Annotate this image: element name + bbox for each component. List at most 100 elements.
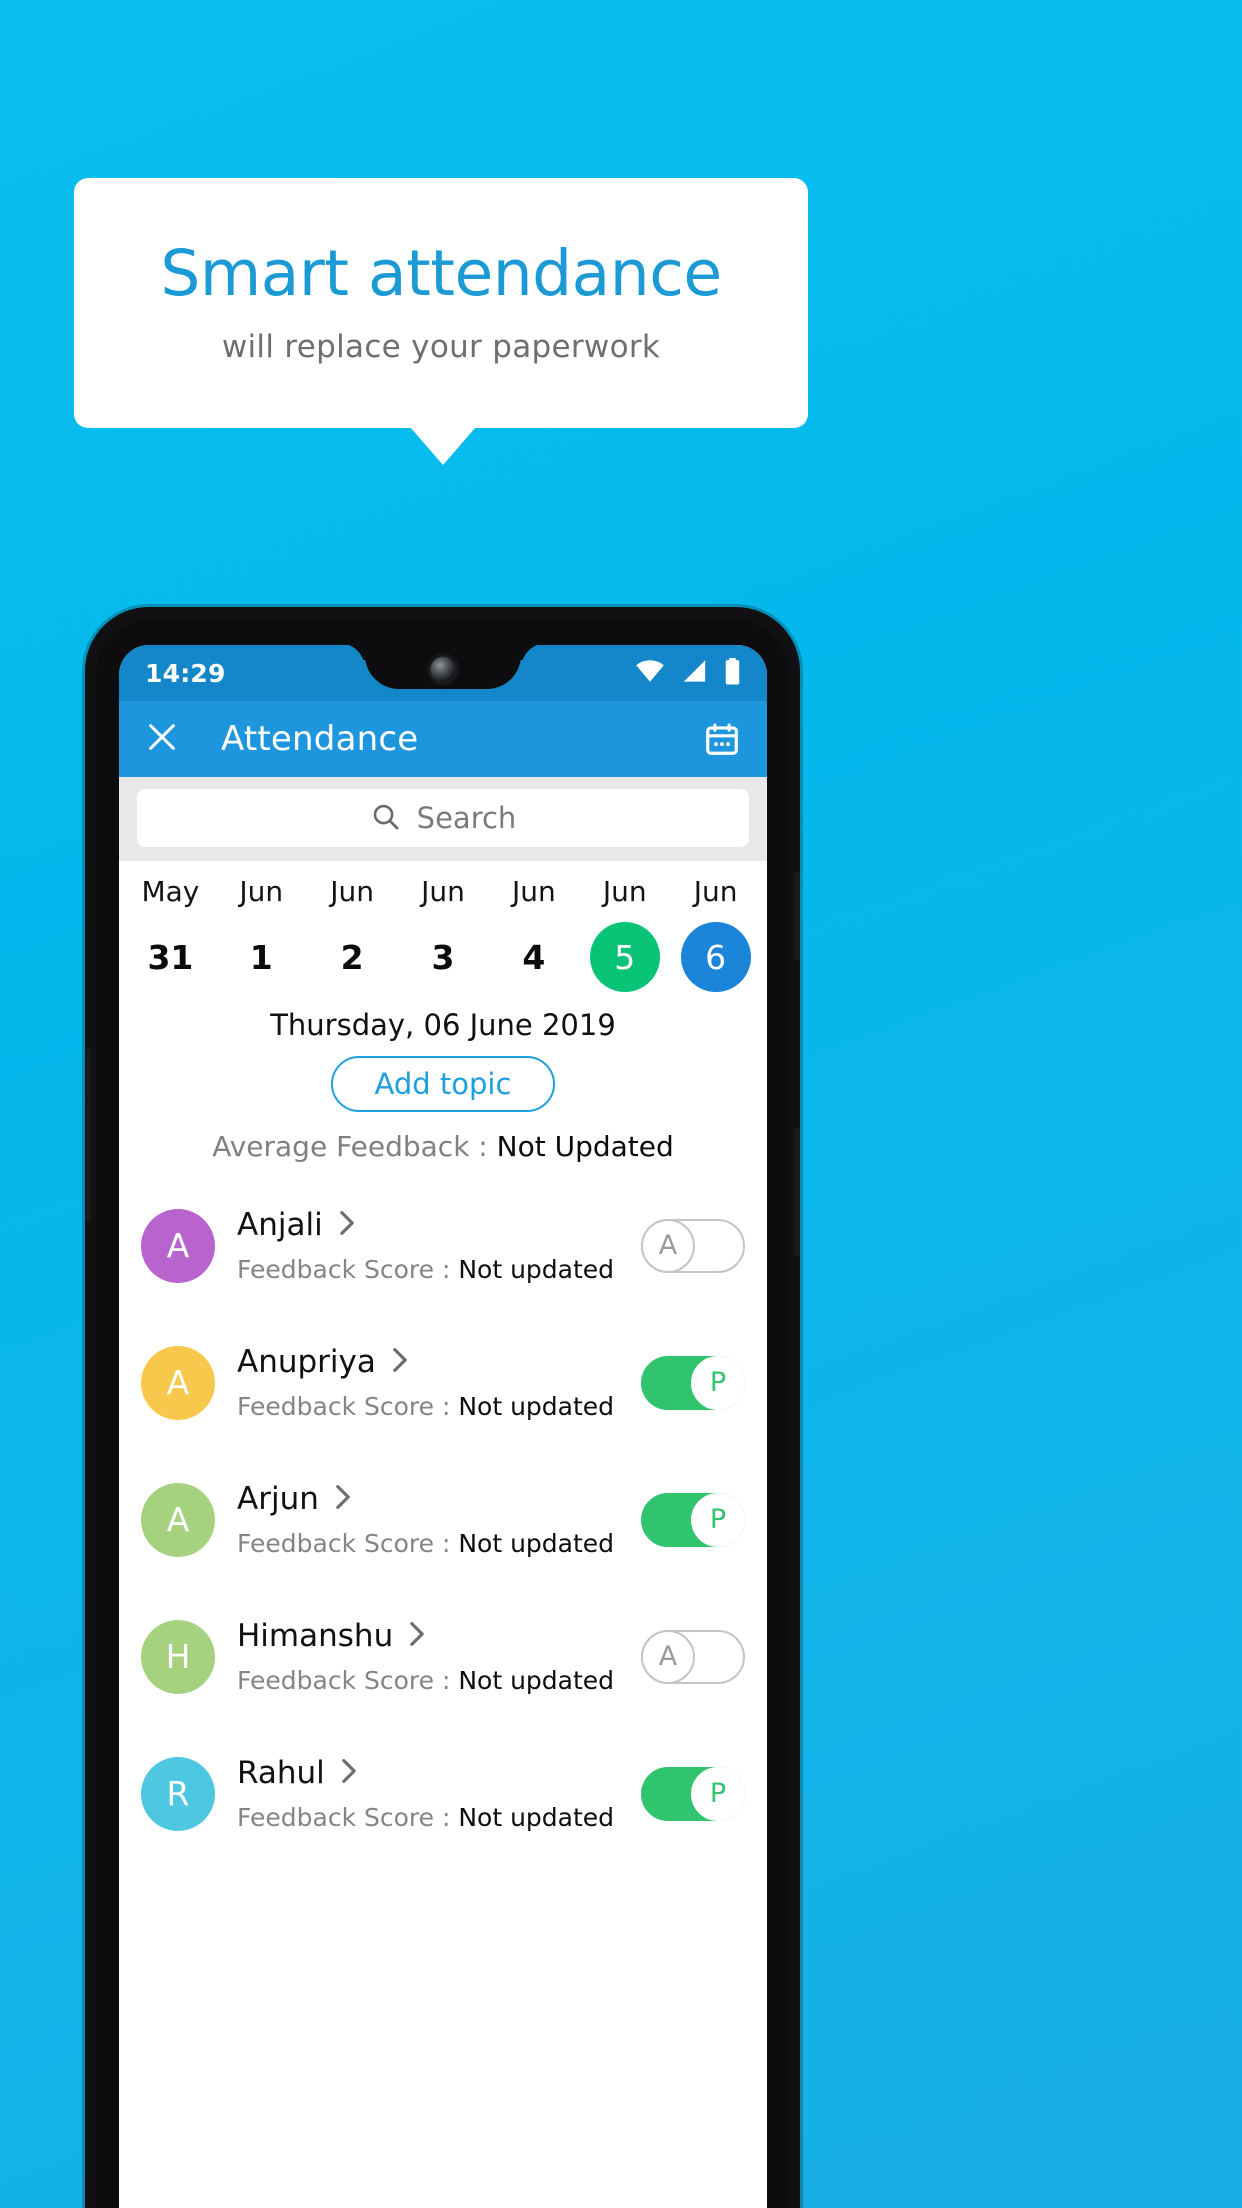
student-row[interactable]: A Anjali Feedback Score : Not updated A <box>119 1177 767 1314</box>
feedback-score: Feedback Score : Not updated <box>237 1255 641 1284</box>
student-name: Anjali <box>237 1207 323 1243</box>
feedback-score: Feedback Score : Not updated <box>237 1529 641 1558</box>
date-month-label: Jun <box>511 875 556 908</box>
attendance-toggle-knob: P <box>691 1355 745 1410</box>
date-month-label: Jun <box>421 875 465 908</box>
app-bar: Attendance <box>119 701 767 777</box>
feedback-score: Feedback Score : Not updated <box>237 1666 641 1695</box>
student-name-row: Anupriya <box>237 1344 641 1380</box>
date-cell[interactable]: Jun 4 <box>488 875 579 992</box>
attendance-toggle-knob: A <box>641 1629 695 1684</box>
feedback-score-label: Feedback Score : <box>237 1666 459 1695</box>
student-info: Arjun Feedback Score : Not updated <box>237 1481 641 1558</box>
date-month-label: Jun <box>693 875 738 908</box>
search-placeholder: Search <box>416 801 517 835</box>
page-title: Attendance <box>221 719 419 759</box>
search-icon <box>370 801 401 836</box>
avatar: A <box>141 1208 215 1283</box>
search-bar-container: Search <box>119 777 767 861</box>
calendar-icon[interactable] <box>703 720 741 758</box>
phone-screen: 14:29 Attendance Search May 31 Jun 1 Jun… <box>119 645 767 2208</box>
feedback-score-label: Feedback Score : <box>237 1392 459 1421</box>
date-cell[interactable]: May 31 <box>125 875 216 992</box>
promo-title: Smart attendance <box>160 236 722 310</box>
attendance-toggle[interactable]: P <box>641 1492 745 1547</box>
student-name-row: Anjali <box>237 1207 641 1243</box>
date-day-number[interactable]: 4 <box>499 922 569 992</box>
date-month-label: Jun <box>239 875 284 908</box>
attendance-toggle-knob: P <box>691 1766 745 1821</box>
date-cell[interactable]: Jun 2 <box>307 875 398 992</box>
student-name: Anupriya <box>237 1344 376 1380</box>
avatar: A <box>141 1482 215 1557</box>
date-cell[interactable]: Jun 5 <box>579 875 670 992</box>
attendance-toggle[interactable]: P <box>641 1355 745 1410</box>
avatar: H <box>141 1619 215 1694</box>
student-info: Anupriya Feedback Score : Not updated <box>237 1344 641 1421</box>
average-feedback-label: Average Feedback : <box>212 1130 497 1163</box>
average-feedback: Average Feedback : Not Updated <box>119 1130 767 1163</box>
student-name-row: Himanshu <box>237 1618 641 1654</box>
date-strip[interactable]: May 31 Jun 1 Jun 2 Jun 3 Jun 4 Jun 5 Jun 6 <box>119 861 767 1002</box>
student-row[interactable]: H Himanshu Feedback Score : Not updated A <box>119 1588 767 1725</box>
date-day-number[interactable]: 31 <box>135 922 205 992</box>
selected-day-label: Thursday, 06 June 2019 <box>270 1008 616 1042</box>
student-info: Rahul Feedback Score : Not updated <box>237 1755 641 1832</box>
battery-icon <box>724 657 741 689</box>
attendance-toggle[interactable]: A <box>641 1218 745 1273</box>
feedback-score-label: Feedback Score : <box>237 1529 459 1558</box>
add-topic-container: Add topic <box>119 1056 767 1112</box>
close-icon[interactable] <box>145 720 179 758</box>
attendance-toggle[interactable]: P <box>641 1766 745 1821</box>
student-info: Anjali Feedback Score : Not updated <box>237 1207 641 1284</box>
student-info: Himanshu Feedback Score : Not updated <box>237 1618 641 1695</box>
feedback-score: Feedback Score : Not updated <box>237 1803 641 1832</box>
student-name: Himanshu <box>237 1618 394 1654</box>
chevron-right-icon[interactable] <box>337 1210 357 1241</box>
promo-callout-card: Smart attendance will replace your paper… <box>74 178 808 428</box>
student-row[interactable]: A Anupriya Feedback Score : Not updated P <box>119 1314 767 1451</box>
date-month-label: Jun <box>330 875 375 908</box>
add-topic-button[interactable]: Add topic <box>330 1056 556 1112</box>
avatar: A <box>141 1345 215 1420</box>
promo-subtitle: will replace your paperwork <box>221 329 661 366</box>
date-cell[interactable]: Jun 1 <box>216 875 307 992</box>
student-name-row: Arjun <box>237 1481 641 1517</box>
date-day-number[interactable]: 3 <box>408 922 478 992</box>
avatar: R <box>141 1756 215 1831</box>
status-bar: 14:29 <box>119 645 767 701</box>
chevron-right-icon[interactable] <box>407 1621 427 1652</box>
date-cell[interactable]: Jun 3 <box>398 875 489 992</box>
student-list: A Anjali Feedback Score : Not updated A A Anu… <box>119 1177 767 1862</box>
date-day-number[interactable]: 5 <box>589 922 660 992</box>
student-row[interactable]: A Arjun Feedback Score : Not updated P <box>119 1451 767 1588</box>
search-input[interactable]: Search <box>137 789 749 847</box>
student-row[interactable]: R Rahul Feedback Score : Not updated P <box>119 1725 767 1862</box>
feedback-score-value: Not updated <box>458 1803 615 1832</box>
cellular-signal-icon <box>681 659 708 687</box>
promo-callout-tail <box>410 427 476 465</box>
date-day-number[interactable]: 1 <box>226 922 296 992</box>
front-camera <box>430 657 456 682</box>
average-feedback-value: Not Updated <box>496 1130 674 1163</box>
attendance-toggle-knob: A <box>641 1218 695 1273</box>
feedback-score-value: Not updated <box>458 1529 615 1558</box>
phone-side-button-left <box>85 1047 91 1222</box>
feedback-score-value: Not updated <box>458 1666 615 1695</box>
chevron-right-icon[interactable] <box>390 1347 410 1378</box>
feedback-score-value: Not updated <box>458 1392 615 1421</box>
student-name-row: Rahul <box>237 1755 641 1791</box>
chevron-right-icon[interactable] <box>339 1758 359 1789</box>
date-month-label: May <box>141 875 200 908</box>
attendance-toggle[interactable]: A <box>641 1629 745 1684</box>
chevron-right-icon[interactable] <box>333 1484 353 1515</box>
feedback-score-value: Not updated <box>458 1255 615 1284</box>
attendance-toggle-knob: P <box>691 1492 745 1547</box>
date-day-number[interactable]: 2 <box>317 922 387 992</box>
student-name: Rahul <box>237 1755 325 1791</box>
phone-volume-button <box>794 1127 800 1257</box>
date-day-number[interactable]: 6 <box>680 922 751 992</box>
student-name: Arjun <box>237 1481 319 1517</box>
feedback-score: Feedback Score : Not updated <box>237 1392 641 1421</box>
date-cell[interactable]: Jun 6 <box>670 875 761 992</box>
